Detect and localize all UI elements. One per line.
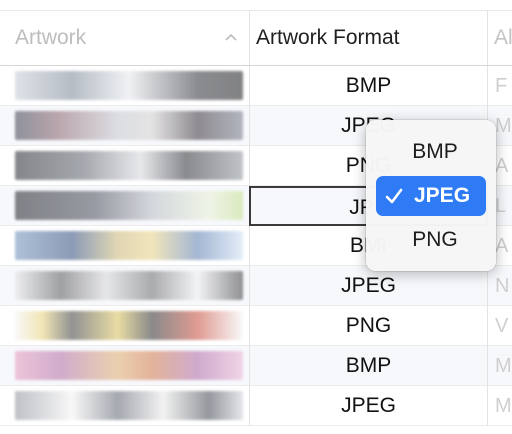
popup-option-png[interactable]: PNG xyxy=(376,220,486,260)
album-cell: M xyxy=(495,355,512,377)
popup-option-label: JPEG xyxy=(414,184,471,207)
artwork-thumbnail xyxy=(15,191,243,220)
top-strip xyxy=(0,0,512,10)
album-cell: N xyxy=(495,275,510,297)
popup-option-jpeg[interactable]: JPEG xyxy=(376,176,486,216)
chevron-up-icon[interactable] xyxy=(224,30,238,44)
table-row[interactable]: PNG V xyxy=(0,306,512,346)
column-header-artwork[interactable]: Artwork xyxy=(0,11,248,65)
artwork-thumbnail xyxy=(15,311,243,340)
column-header-album[interactable]: Al xyxy=(489,11,512,65)
format-cell[interactable]: BMP xyxy=(249,66,488,106)
column-header-artwork-format[interactable]: Artwork Format xyxy=(249,11,488,65)
artwork-thumbnail xyxy=(15,351,243,380)
artwork-thumbnail xyxy=(15,231,243,260)
artwork-thumbnail xyxy=(15,71,243,100)
format-cell[interactable]: JPEG xyxy=(249,266,488,306)
artwork-thumbnail xyxy=(15,271,243,300)
format-cell[interactable]: BMP xyxy=(249,346,488,386)
popup-option-label: BMP xyxy=(412,140,458,163)
format-cell[interactable]: JPEG xyxy=(249,386,488,426)
table-row[interactable]: JPEG M xyxy=(0,386,512,426)
album-cell: M xyxy=(495,395,512,417)
table-row[interactable]: BMP M xyxy=(0,346,512,386)
checkmark-icon xyxy=(385,188,403,204)
album-cell: V xyxy=(495,315,509,337)
popup-option-label: PNG xyxy=(412,228,458,251)
artwork-thumbnail xyxy=(15,111,243,140)
format-cell[interactable]: PNG xyxy=(249,306,488,346)
popup-option-bmp[interactable]: BMP xyxy=(376,132,486,172)
format-popup-menu: BMP JPEG PNG xyxy=(366,120,496,271)
table-header: Artwork Artwork Format Al xyxy=(0,10,512,66)
table-row[interactable]: BMP F xyxy=(0,66,512,106)
artwork-thumbnail xyxy=(15,151,243,180)
table-row[interactable]: JPEG N xyxy=(0,266,512,306)
album-cell: F xyxy=(495,75,508,97)
artwork-thumbnail xyxy=(15,391,243,420)
